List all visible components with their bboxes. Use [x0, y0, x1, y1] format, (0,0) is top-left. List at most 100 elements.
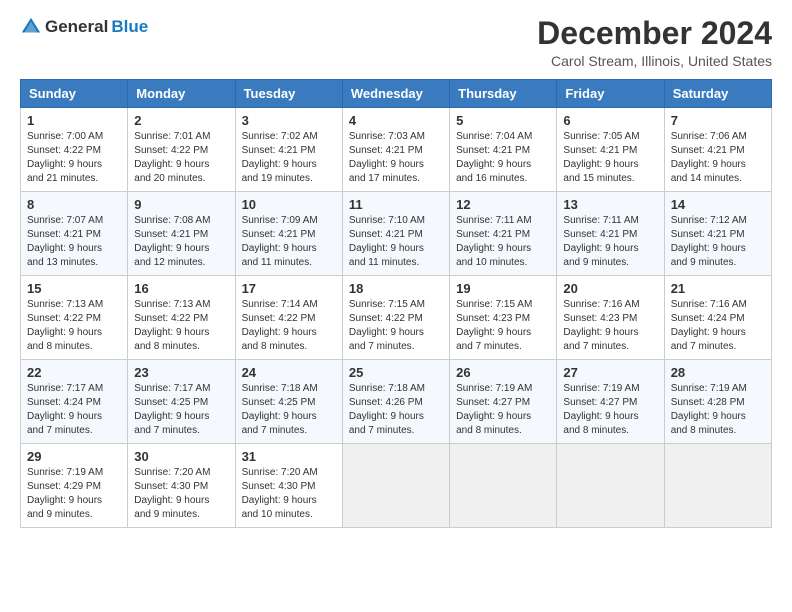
daylight: Daylight: 9 hours and 17 minutes. — [349, 159, 424, 184]
table-row: 8Sunrise: 7:07 AMSunset: 4:21 PMDaylight… — [21, 192, 128, 276]
daylight: Daylight: 9 hours and 7 minutes. — [456, 327, 531, 352]
daylight: Daylight: 9 hours and 9 minutes. — [671, 243, 746, 268]
sunset: Sunset: 4:22 PM — [27, 145, 101, 156]
sunset: Sunset: 4:27 PM — [456, 397, 530, 408]
sunset: Sunset: 4:22 PM — [349, 313, 423, 324]
sunset: Sunset: 4:23 PM — [456, 313, 530, 324]
sunrise: Sunrise: 7:11 AM — [456, 215, 531, 226]
table-row: 31Sunrise: 7:20 AMSunset: 4:30 PMDayligh… — [235, 444, 342, 528]
calendar-week-row: 29Sunrise: 7:19 AMSunset: 4:29 PMDayligh… — [21, 444, 772, 528]
daylight: Daylight: 9 hours and 14 minutes. — [671, 159, 746, 184]
day-number: 28 — [671, 365, 765, 380]
day-number: 22 — [27, 365, 121, 380]
daylight: Daylight: 9 hours and 12 minutes. — [134, 243, 209, 268]
daylight: Daylight: 9 hours and 11 minutes. — [349, 243, 424, 268]
logo-icon — [20, 16, 42, 38]
day-number: 6 — [563, 113, 657, 128]
sunrise: Sunrise: 7:12 AM — [671, 215, 747, 226]
table-row: 14Sunrise: 7:12 AMSunset: 4:21 PMDayligh… — [664, 192, 771, 276]
page: GeneralBlue December 2024 Carol Stream, … — [0, 0, 792, 612]
table-row: 11Sunrise: 7:10 AMSunset: 4:21 PMDayligh… — [342, 192, 449, 276]
table-row: 20Sunrise: 7:16 AMSunset: 4:23 PMDayligh… — [557, 276, 664, 360]
sunset: Sunset: 4:26 PM — [349, 397, 423, 408]
sunrise: Sunrise: 7:06 AM — [671, 131, 747, 142]
calendar-week-row: 22 Sunrise: 7:17 AM Sunset: 4:24 PM Dayligh… — [21, 360, 772, 444]
sunrise: Sunrise: 7:08 AM — [134, 215, 210, 226]
table-row: 7Sunrise: 7:06 AMSunset: 4:21 PMDaylight… — [664, 108, 771, 192]
table-row: 23Sunrise: 7:17 AMSunset: 4:25 PMDayligh… — [128, 360, 235, 444]
sunrise: Sunrise: 7:01 AM — [134, 131, 210, 142]
sunset: Sunset: 4:21 PM — [671, 145, 745, 156]
table-row: 27Sunrise: 7:19 AMSunset: 4:27 PMDayligh… — [557, 360, 664, 444]
day-number: 4 — [349, 113, 443, 128]
sunrise: Sunrise: 7:02 AM — [242, 131, 318, 142]
daylight: Daylight: 9 hours and 8 minutes. — [563, 411, 638, 436]
sunset: Sunset: 4:24 PM — [671, 313, 745, 324]
sunset: Sunset: 4:24 PM — [27, 397, 101, 408]
sunrise: Sunrise: 7:15 AM — [349, 299, 425, 310]
daylight: Daylight: 9 hours and 7 minutes. — [134, 411, 209, 436]
col-sunday: Sunday — [21, 80, 128, 108]
calendar-week-row: 1Sunrise: 7:00 AMSunset: 4:22 PMDaylight… — [21, 108, 772, 192]
daylight: Daylight: 9 hours and 10 minutes. — [456, 243, 531, 268]
table-row: 9Sunrise: 7:08 AMSunset: 4:21 PMDaylight… — [128, 192, 235, 276]
sunset: Sunset: 4:30 PM — [242, 481, 316, 492]
daylight: Daylight: 9 hours and 8 minutes. — [456, 411, 531, 436]
sunset: Sunset: 4:21 PM — [456, 145, 530, 156]
sunset: Sunset: 4:21 PM — [349, 229, 423, 240]
sunset: Sunset: 4:21 PM — [671, 229, 745, 240]
sunset: Sunset: 4:29 PM — [27, 481, 101, 492]
day-number: 31 — [242, 449, 336, 464]
daylight: Daylight: 9 hours and 9 minutes. — [134, 495, 209, 520]
table-row: 12Sunrise: 7:11 AMSunset: 4:21 PMDayligh… — [450, 192, 557, 276]
header: GeneralBlue December 2024 Carol Stream, … — [20, 16, 772, 69]
sunrise: Sunrise: 7:19 AM — [456, 383, 532, 394]
daylight: Daylight: 9 hours and 7 minutes. — [27, 411, 102, 436]
daylight: Daylight: 9 hours and 7 minutes. — [563, 327, 638, 352]
day-number: 29 — [27, 449, 121, 464]
sunrise: Sunrise: 7:17 AM — [27, 383, 103, 394]
sunrise: Sunrise: 7:18 AM — [242, 383, 318, 394]
day-number: 24 — [242, 365, 336, 380]
sunset: Sunset: 4:21 PM — [563, 229, 637, 240]
day-number: 21 — [671, 281, 765, 296]
day-number: 16 — [134, 281, 228, 296]
table-row: 25Sunrise: 7:18 AMSunset: 4:26 PMDayligh… — [342, 360, 449, 444]
daylight: Daylight: 9 hours and 21 minutes. — [27, 159, 102, 184]
title-area: December 2024 Carol Stream, Illinois, Un… — [537, 16, 772, 69]
sunset: Sunset: 4:22 PM — [134, 313, 208, 324]
daylight: Daylight: 9 hours and 9 minutes. — [563, 243, 638, 268]
location: Carol Stream, Illinois, United States — [537, 53, 772, 69]
daylight: Daylight: 9 hours and 16 minutes. — [456, 159, 531, 184]
day-number: 26 — [456, 365, 550, 380]
table-row — [450, 444, 557, 528]
day-number: 23 — [134, 365, 228, 380]
table-row: 4Sunrise: 7:03 AMSunset: 4:21 PMDaylight… — [342, 108, 449, 192]
logo-area: GeneralBlue — [20, 16, 148, 38]
daylight: Daylight: 9 hours and 10 minutes. — [242, 495, 317, 520]
sunrise: Sunrise: 7:19 AM — [563, 383, 639, 394]
day-number: 1 — [27, 113, 121, 128]
day-number: 11 — [349, 197, 443, 212]
sunrise: Sunrise: 7:05 AM — [563, 131, 639, 142]
day-number: 17 — [242, 281, 336, 296]
logo: GeneralBlue — [20, 16, 148, 38]
month-title: December 2024 — [537, 16, 772, 51]
table-row: 22 Sunrise: 7:17 AM Sunset: 4:24 PM Dayligh… — [21, 360, 128, 444]
daylight: Daylight: 9 hours and 8 minutes. — [242, 327, 317, 352]
daylight: Daylight: 9 hours and 7 minutes. — [671, 327, 746, 352]
daylight: Daylight: 9 hours and 7 minutes. — [349, 411, 424, 436]
table-row — [664, 444, 771, 528]
sunset: Sunset: 4:25 PM — [134, 397, 208, 408]
logo-general: General — [45, 17, 108, 37]
table-row: 6Sunrise: 7:05 AMSunset: 4:21 PMDaylight… — [557, 108, 664, 192]
sunrise: Sunrise: 7:14 AM — [242, 299, 318, 310]
daylight: Daylight: 9 hours and 8 minutes. — [27, 327, 102, 352]
day-number: 30 — [134, 449, 228, 464]
sunrise: Sunrise: 7:09 AM — [242, 215, 318, 226]
col-tuesday: Tuesday — [235, 80, 342, 108]
col-saturday: Saturday — [664, 80, 771, 108]
sunset: Sunset: 4:22 PM — [242, 313, 316, 324]
daylight: Daylight: 9 hours and 7 minutes. — [242, 411, 317, 436]
day-number: 19 — [456, 281, 550, 296]
